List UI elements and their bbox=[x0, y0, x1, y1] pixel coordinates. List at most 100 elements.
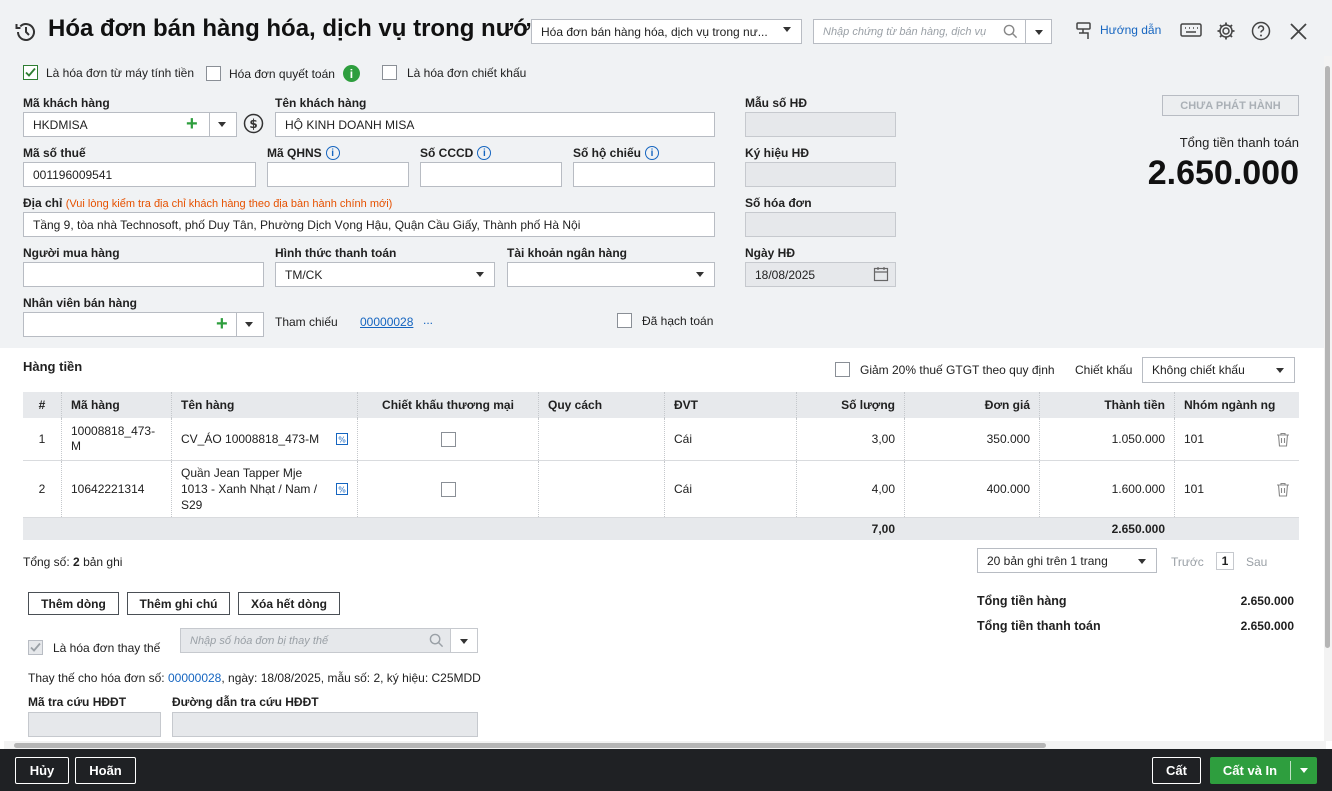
vat-reduce-option[interactable]: Giảm 20% thuế GTGT theo quy định bbox=[835, 362, 1055, 377]
qhns-label: Mã QHNS bbox=[267, 146, 322, 160]
settlement-option[interactable]: Hóa đơn quyết toán i bbox=[206, 65, 360, 82]
row-group-cell[interactable]: 101 bbox=[1175, 418, 1299, 460]
chevron-down-icon[interactable] bbox=[218, 122, 226, 127]
payment-method-select[interactable]: TM/CK bbox=[275, 262, 495, 287]
row-name-cell[interactable]: CV_ÁO 10008818_473-M% bbox=[172, 418, 358, 460]
lookup-url-input bbox=[172, 712, 478, 737]
row-name: CV_ÁO 10008818_473-M bbox=[181, 432, 320, 446]
gear-icon[interactable] bbox=[1216, 21, 1236, 41]
search-icon[interactable] bbox=[1003, 24, 1018, 39]
add-icon[interactable]: + bbox=[216, 314, 228, 334]
page-size-select[interactable]: 20 bản ghi trên 1 trang bbox=[977, 548, 1157, 573]
row-code[interactable]: 10008818_473-M bbox=[62, 418, 172, 460]
table-row[interactable]: 1 10008818_473-M CV_ÁO 10008818_473-M% C… bbox=[23, 418, 1299, 461]
invoice-type-select[interactable]: Hóa đơn bán hàng hóa, dịch vụ trong nư..… bbox=[531, 19, 802, 44]
info-icon[interactable]: i bbox=[645, 146, 660, 160]
keyboard-icon[interactable] bbox=[1180, 22, 1202, 40]
horizontal-scrollbar[interactable] bbox=[4, 741, 1326, 749]
guide-link[interactable]: Hướng dẫn bbox=[1100, 23, 1161, 37]
row-group-cell[interactable]: 101 bbox=[1175, 461, 1299, 517]
calendar-icon[interactable] bbox=[873, 266, 889, 282]
info-icon[interactable]: i bbox=[342, 65, 360, 82]
settlement-checkbox[interactable] bbox=[206, 66, 221, 81]
discount-tag-icon[interactable]: % bbox=[336, 433, 348, 445]
tax-code-input[interactable]: 001196009541 bbox=[23, 162, 256, 187]
row-discount-cell[interactable] bbox=[358, 461, 539, 517]
posted-checkbox[interactable] bbox=[617, 313, 632, 328]
vertical-scrollbar[interactable] bbox=[1324, 56, 1332, 741]
history-icon[interactable] bbox=[14, 20, 38, 44]
seller-input[interactable] bbox=[23, 312, 264, 337]
settlement-label: Hóa đơn quyết toán bbox=[229, 66, 335, 81]
add-row-button[interactable]: Thêm dòng bbox=[28, 592, 119, 615]
save-button[interactable]: Cất bbox=[1152, 757, 1201, 784]
divider bbox=[236, 313, 237, 336]
discount-tag-icon[interactable]: % bbox=[336, 483, 348, 495]
cccd-input[interactable] bbox=[420, 162, 562, 187]
reference-more[interactable]: ... bbox=[423, 313, 433, 327]
info-icon[interactable]: i bbox=[325, 146, 340, 160]
address-note: (Vui lòng kiểm tra địa chỉ khách hàng th… bbox=[65, 198, 393, 210]
help-icon[interactable] bbox=[1251, 21, 1271, 41]
chevron-down-icon bbox=[476, 272, 484, 277]
invoice-number-label: Số hóa đơn bbox=[745, 196, 812, 210]
row-unit[interactable]: Cái bbox=[665, 418, 797, 460]
qhns-input[interactable] bbox=[267, 162, 409, 187]
bank-account-select[interactable] bbox=[507, 262, 715, 287]
save-print-button[interactable]: Cất và In bbox=[1210, 757, 1317, 784]
search-icon bbox=[429, 633, 444, 648]
reference-link[interactable]: 00000028 bbox=[360, 315, 413, 329]
row-discount-checkbox[interactable] bbox=[440, 431, 456, 447]
tax-code-value: 001196009541 bbox=[33, 167, 113, 182]
debt-icon[interactable]: $ bbox=[243, 113, 264, 134]
row-qty[interactable]: 4,00 bbox=[797, 461, 905, 517]
row-discount-cell[interactable] bbox=[358, 418, 539, 460]
trash-icon[interactable] bbox=[1276, 482, 1290, 497]
prev-page-button[interactable]: Trước bbox=[1171, 555, 1204, 569]
info-icon[interactable]: i bbox=[477, 146, 492, 160]
current-page[interactable]: 1 bbox=[1216, 552, 1234, 570]
vat-reduce-checkbox[interactable] bbox=[835, 362, 850, 377]
row-discount-checkbox[interactable] bbox=[440, 481, 456, 497]
row-unit[interactable]: Cái bbox=[665, 461, 797, 517]
save-print-label: Cất và In bbox=[1222, 763, 1278, 778]
horizontal-scroll-thumb[interactable] bbox=[14, 743, 1046, 748]
add-note-button[interactable]: Thêm ghi chú bbox=[127, 592, 230, 615]
chevron-down-icon[interactable] bbox=[245, 322, 253, 327]
row-qty[interactable]: 3,00 bbox=[797, 418, 905, 460]
row-spec[interactable] bbox=[539, 418, 665, 460]
undo-button[interactable]: Hoãn bbox=[75, 757, 136, 784]
cash-register-checkbox[interactable] bbox=[23, 65, 38, 80]
svg-text:%: % bbox=[338, 436, 346, 445]
vertical-scroll-thumb[interactable] bbox=[1325, 66, 1330, 648]
chevron-down-icon bbox=[460, 639, 468, 644]
row-price[interactable]: 400.000 bbox=[905, 461, 1040, 517]
cancel-button[interactable]: Hủy bbox=[15, 757, 69, 784]
discount-invoice-option[interactable]: Là hóa đơn chiết khấu bbox=[382, 65, 526, 80]
discount-invoice-checkbox[interactable] bbox=[382, 65, 397, 80]
customer-code-input[interactable]: HKDMISA bbox=[23, 112, 237, 137]
search-dropdown-button[interactable] bbox=[1025, 19, 1052, 44]
clear-rows-button[interactable]: Xóa hết dòng bbox=[238, 592, 340, 615]
close-icon[interactable] bbox=[1290, 23, 1307, 40]
replacement-info-link[interactable]: 00000028 bbox=[168, 671, 221, 685]
row-price[interactable]: 350.000 bbox=[905, 418, 1040, 460]
table-row[interactable]: 2 10642221314 Quần Jean Tapper Mje 1013 … bbox=[23, 461, 1299, 518]
posted-option[interactable]: Đã hạch toán bbox=[617, 313, 713, 328]
customer-name-input[interactable]: HỘ KINH DOANH MISA bbox=[275, 112, 715, 137]
save-print-menu[interactable] bbox=[1291, 768, 1317, 773]
row-name-cell[interactable]: Quần Jean Tapper Mje 1013 - Xanh Nhạt / … bbox=[172, 461, 358, 517]
buyer-input[interactable] bbox=[23, 262, 264, 287]
address-input[interactable]: Tầng 9, tòa nhà Technosoft, phố Duy Tân,… bbox=[23, 212, 715, 237]
row-code[interactable]: 10642221314 bbox=[62, 461, 172, 517]
cash-register-option[interactable]: Là hóa đơn từ máy tính tiền bbox=[23, 65, 194, 80]
guide-icon[interactable] bbox=[1074, 21, 1094, 41]
trash-icon[interactable] bbox=[1276, 432, 1290, 447]
divider bbox=[1290, 761, 1291, 780]
row-spec[interactable] bbox=[539, 461, 665, 517]
discount-select[interactable]: Không chiết khấu bbox=[1142, 357, 1295, 383]
next-page-button[interactable]: Sau bbox=[1246, 555, 1267, 569]
add-icon[interactable]: + bbox=[186, 114, 198, 134]
passport-input[interactable] bbox=[573, 162, 715, 187]
document-search-input[interactable]: Nhập chứng từ bán hàng, dịch vụ bbox=[813, 19, 1026, 44]
